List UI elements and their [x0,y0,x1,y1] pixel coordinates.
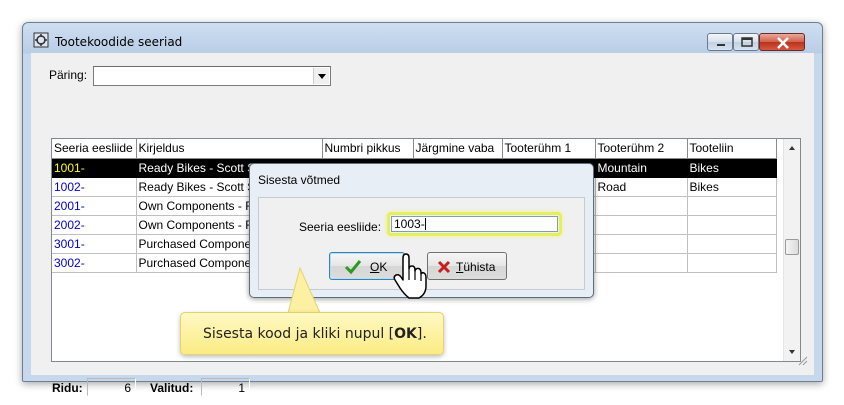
checkmark-icon [344,259,362,278]
cell-group2[interactable]: Road [595,177,688,197]
cell-line[interactable] [687,215,777,235]
resize-grip-icon[interactable] [796,354,808,369]
minimize-icon [717,44,725,46]
cell-code[interactable]: 3002- [52,253,137,273]
maximize-icon [741,37,753,47]
selected-count-label: Valitud: [150,381,194,395]
callout-text-before: Sisesta kood ja kliki nupul [ [203,326,395,342]
window-title: Tootekoodide seeriad [55,35,183,49]
cell-code[interactable]: 2001- [52,196,137,216]
cell-line[interactable]: Bikes [687,158,777,178]
title-bar[interactable]: Tootekoodide seeriad [23,23,822,53]
column-header[interactable]: Tooterühm 1 [502,139,596,159]
text-caret [424,218,426,230]
cell-group2[interactable]: Mountain [595,158,688,178]
maximize-button[interactable] [733,33,759,51]
minimize-button[interactable] [707,33,733,51]
x-mark-icon [436,259,452,278]
cell-code[interactable]: 1001- [52,158,137,178]
cell-code[interactable]: 1002- [52,177,137,197]
scroll-up-icon[interactable] [784,140,800,156]
column-header[interactable]: Seeria eesliide [52,139,137,159]
close-icon [777,37,789,49]
series-prefix-input[interactable]: 1003- [391,216,558,232]
hint-callout: Sisesta kood ja kliki nupul [OK]. [180,312,444,355]
query-dropdown[interactable] [93,66,331,86]
column-header[interactable]: Kirjeldus [136,139,323,159]
rows-count-value: 6 [87,378,136,396]
cell-line[interactable]: Bikes [687,177,777,197]
cell-group2[interactable] [595,234,688,254]
selected-count-value: 1 [201,378,250,396]
rows-count-label: Ridu: [52,381,83,395]
ok-rest: K [379,260,388,274]
close-button[interactable] [759,33,805,51]
column-header[interactable]: Järgmine vaba [413,139,503,159]
column-header[interactable]: Tooterühm 2 [595,139,688,159]
callout-text-after: ]. [416,326,427,342]
scrollbar-thumb[interactable] [785,239,799,255]
cell-group2[interactable] [595,196,688,216]
cell-code[interactable]: 2002- [52,215,137,235]
cancel-button-label: Tühista [456,260,495,274]
callout-text-bold: OK [394,326,417,342]
pointer-hand-icon [393,252,427,303]
series-prefix-value: 1003- [394,217,425,231]
callout-text: Sisesta kood ja kliki nupul [OK]. [203,326,427,342]
callout-tail [287,266,321,314]
cell-code[interactable]: 3001- [52,234,137,254]
cell-line[interactable] [687,196,777,216]
window-app-icon [33,32,49,48]
ok-button-label: OK [370,260,387,274]
column-header[interactable]: Numbri pikkus [322,139,414,159]
ok-mnemonic: O [370,260,380,274]
cancel-button[interactable]: Tühista [427,252,507,280]
query-label: Päring: [49,68,88,82]
vertical-scrollbar[interactable] [783,139,800,361]
cell-group2[interactable] [595,253,688,273]
table-header-row: Seeria eesliide Kirjeldus Numbri pikkus … [52,139,777,159]
series-prefix-label: Seeria eesliide: [299,220,382,234]
cell-group2[interactable] [595,215,688,235]
cell-line[interactable] [687,253,777,273]
cancel-rest: ühista [463,260,496,274]
cell-line[interactable] [687,234,777,254]
chevron-down-icon[interactable] [313,68,329,84]
dialog-title: Sisesta võtmed [258,173,341,187]
column-header[interactable]: Tooteliin [687,139,777,159]
